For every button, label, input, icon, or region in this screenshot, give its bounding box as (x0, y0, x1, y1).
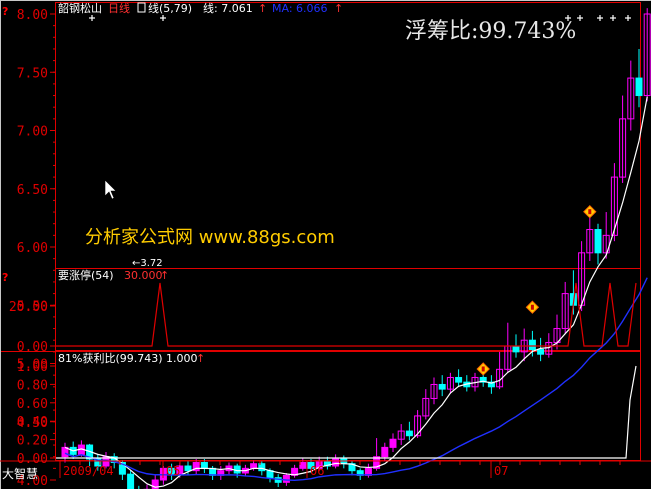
y-tick-label: 7.00 (17, 125, 48, 140)
y-tick-label: 0.00 (17, 452, 48, 467)
candle-body (389, 438, 397, 448)
candle-body (233, 465, 241, 474)
panel3-frame (55, 351, 641, 461)
platform-label: 大智慧 (2, 466, 38, 481)
legend-ma3: MA: 6.066 (272, 2, 328, 15)
panel2-y-axis: 20.00 0.00 (9, 300, 56, 355)
candle-body (438, 383, 446, 390)
candle-body (405, 430, 413, 437)
x-tick-label: 05 (166, 464, 180, 478)
panel3-y-axis: 1.00 0.80 0.60 0.40 0.20 0.00 (17, 360, 56, 467)
candle-body (537, 349, 545, 355)
stock-chart[interactable]: 8.007.507.006.506.005.505.004.504.00 20.… (0, 0, 651, 489)
candle-body (381, 446, 389, 458)
candle-body (635, 77, 643, 97)
x-tick-label: 07 (494, 464, 508, 478)
mouse-cursor-icon (104, 179, 117, 200)
diamond-core (588, 209, 592, 215)
y-tick-label: 6.00 (17, 241, 48, 256)
candle-body (184, 465, 192, 472)
legend-ma3-arrow: ↑ (334, 2, 343, 15)
ma-short-line (64, 96, 648, 488)
candle-body (528, 339, 536, 351)
candle-body (200, 462, 208, 469)
panel3-arrow: ↑ (196, 352, 205, 365)
panel2-help-mark[interactable]: ? (2, 271, 8, 284)
y-tick-label: 8.00 (17, 8, 48, 23)
y-tick-label: 0.80 (17, 378, 48, 393)
candle-body (250, 463, 258, 469)
candle-body (455, 376, 463, 383)
x-tick-label: 06 (310, 464, 324, 478)
y-tick-label: 0.00 (17, 340, 48, 355)
candlestick-series (61, 8, 651, 489)
panel3-title: 81%获利比(99.743) (58, 352, 163, 365)
y-tick-label: 0.40 (17, 415, 48, 430)
main-help-mark[interactable]: ? (2, 5, 8, 18)
low-price-marker: ←3.72 (132, 258, 163, 269)
stock-name: 韶钢松山 (58, 1, 102, 15)
panel3-value: 1.000 (166, 352, 198, 365)
diamond-core (530, 304, 534, 310)
legend-ma2-arrow: ↑ (258, 2, 267, 15)
candle-body (594, 229, 602, 254)
y-tick-label: 1.00 (17, 360, 48, 375)
watermark: 分析家公式网 www.88gs.com (85, 227, 335, 248)
float-ratio-label: 浮筹比:99.743% (405, 19, 576, 44)
candle-body (282, 474, 290, 483)
ma1-color-swatch (137, 2, 146, 13)
ma-long-line (64, 277, 648, 481)
y-tick-label: 6.50 (17, 183, 48, 198)
x-tick-label: 2009/04 (63, 464, 114, 478)
diamond-core (481, 366, 485, 372)
y-tick-label: 0.20 (17, 434, 48, 449)
y-tick-label: 0.60 (17, 397, 48, 412)
candle-body (299, 462, 307, 469)
candle-body (512, 345, 520, 353)
panel2-title: 要涨停(54) (58, 268, 114, 282)
candle-body (332, 458, 340, 467)
period-label[interactable]: 日线 (108, 1, 130, 15)
profit-ratio-line (56, 365, 637, 459)
y-tick-label: 20.00 (9, 300, 48, 315)
legend-ma2: 线: 7.061 (203, 1, 253, 15)
panel2-value: 30.000 (124, 269, 163, 282)
y-tick-label: 7.50 (17, 66, 48, 81)
legend-ma1: 线(5,79) (148, 1, 192, 15)
panel2-arrow: ↑ (160, 269, 169, 282)
candle-body (127, 473, 135, 489)
